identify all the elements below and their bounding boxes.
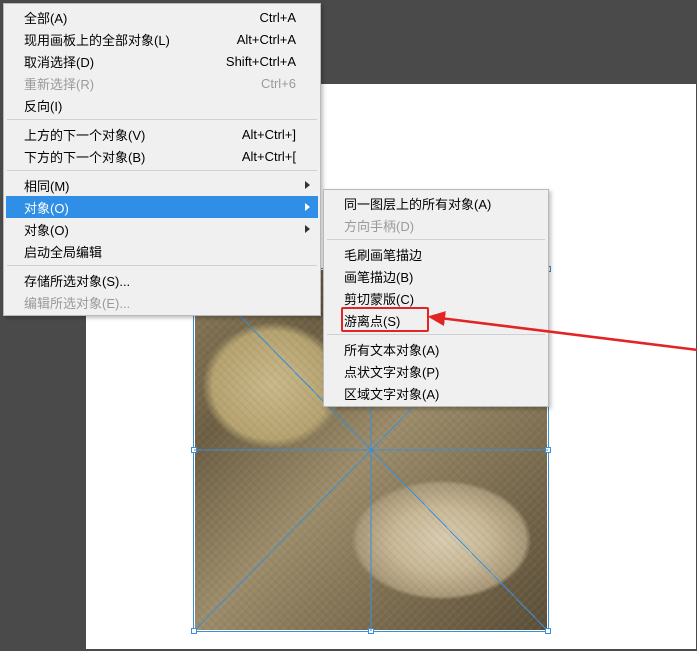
- menu-item-label: 重新选择(R): [24, 74, 241, 93]
- menu-select-all[interactable]: 全部(A) Ctrl+A: [6, 6, 318, 28]
- menu-edit-selection: 编辑所选对象(E)...: [6, 291, 318, 313]
- menu-item-label: 所有文本对象(A): [344, 340, 524, 359]
- menu-item-shortcut: Alt+Ctrl+[: [242, 149, 296, 164]
- menu-same[interactable]: 相同(M): [6, 174, 318, 196]
- menu-separator: [7, 170, 317, 171]
- menu-item-label: 下方的下一个对象(B): [24, 147, 222, 166]
- submenu-stray-points[interactable]: 游离点(S): [326, 309, 546, 331]
- submenu-area-text-objects[interactable]: 区域文字对象(A): [326, 382, 546, 404]
- menu-item-label: 全部(A): [24, 8, 240, 27]
- submenu-direction-handles: 方向手柄(D): [326, 214, 546, 236]
- menu-inverse[interactable]: 反向(I): [6, 94, 318, 116]
- select-menu: 全部(A) Ctrl+A 现用画板上的全部对象(L) Alt+Ctrl+A 取消…: [3, 3, 321, 316]
- menu-item-label: 上方的下一个对象(V): [24, 125, 222, 144]
- menu-item-label: 对象(O): [24, 198, 296, 217]
- menu-item-label: 画笔描边(B): [344, 267, 524, 286]
- menu-item-label: 游离点(S): [344, 311, 524, 330]
- submenu-clipping-masks[interactable]: 剪切蒙版(C): [326, 287, 546, 309]
- menu-object[interactable]: 对象(O): [6, 196, 318, 218]
- menu-item-shortcut: Ctrl+6: [261, 76, 296, 91]
- menu-separator: [327, 334, 545, 335]
- menu-item-label: 点状文字对象(P): [344, 362, 524, 381]
- menu-next-above[interactable]: 上方的下一个对象(V) Alt+Ctrl+]: [6, 123, 318, 145]
- menu-deselect[interactable]: 取消选择(D) Shift+Ctrl+A: [6, 50, 318, 72]
- menu-select-all-on-artboard[interactable]: 现用画板上的全部对象(L) Alt+Ctrl+A: [6, 28, 318, 50]
- menu-item-label: 启动全局编辑: [24, 242, 296, 261]
- menu-next-below[interactable]: 下方的下一个对象(B) Alt+Ctrl+[: [6, 145, 318, 167]
- menu-save-selection[interactable]: 存储所选对象(S)...: [6, 269, 318, 291]
- menu-item-shortcut: Alt+Ctrl+]: [242, 127, 296, 142]
- submenu-brush-strokes[interactable]: 画笔描边(B): [326, 265, 546, 287]
- menu-item-label: 取消选择(D): [24, 52, 206, 71]
- menu-separator: [7, 265, 317, 266]
- menu-object-alt[interactable]: 对象(O): [6, 218, 318, 240]
- menu-item-label: 编辑所选对象(E)...: [24, 293, 296, 312]
- menu-item-shortcut: Ctrl+A: [260, 10, 296, 25]
- menu-item-shortcut: Shift+Ctrl+A: [226, 54, 296, 69]
- menu-item-label: 对象(O): [24, 220, 296, 239]
- submenu-all-on-same-layer[interactable]: 同一图层上的所有对象(A): [326, 192, 546, 214]
- submenu-point-text-objects[interactable]: 点状文字对象(P): [326, 360, 546, 382]
- menu-separator: [327, 239, 545, 240]
- menu-reselect: 重新选择(R) Ctrl+6: [6, 72, 318, 94]
- menu-item-label: 方向手柄(D): [344, 216, 524, 235]
- menu-item-label: 反向(I): [24, 96, 296, 115]
- menu-item-label: 相同(M): [24, 176, 296, 195]
- menu-start-global-edit[interactable]: 启动全局编辑: [6, 240, 318, 262]
- menu-item-label: 毛刷画笔描边: [344, 245, 524, 264]
- menu-item-label: 存储所选对象(S)...: [24, 271, 296, 290]
- menu-item-label: 区域文字对象(A): [344, 384, 524, 403]
- menu-item-label: 同一图层上的所有对象(A): [344, 194, 524, 213]
- menu-item-label: 现用画板上的全部对象(L): [24, 30, 217, 49]
- object-submenu: 同一图层上的所有对象(A) 方向手柄(D) 毛刷画笔描边 画笔描边(B) 剪切蒙…: [323, 189, 549, 407]
- submenu-bristle-brush-strokes[interactable]: 毛刷画笔描边: [326, 243, 546, 265]
- menu-item-shortcut: Alt+Ctrl+A: [237, 32, 296, 47]
- menu-item-label: 剪切蒙版(C): [344, 289, 524, 308]
- submenu-all-text-objects[interactable]: 所有文本对象(A): [326, 338, 546, 360]
- menu-separator: [7, 119, 317, 120]
